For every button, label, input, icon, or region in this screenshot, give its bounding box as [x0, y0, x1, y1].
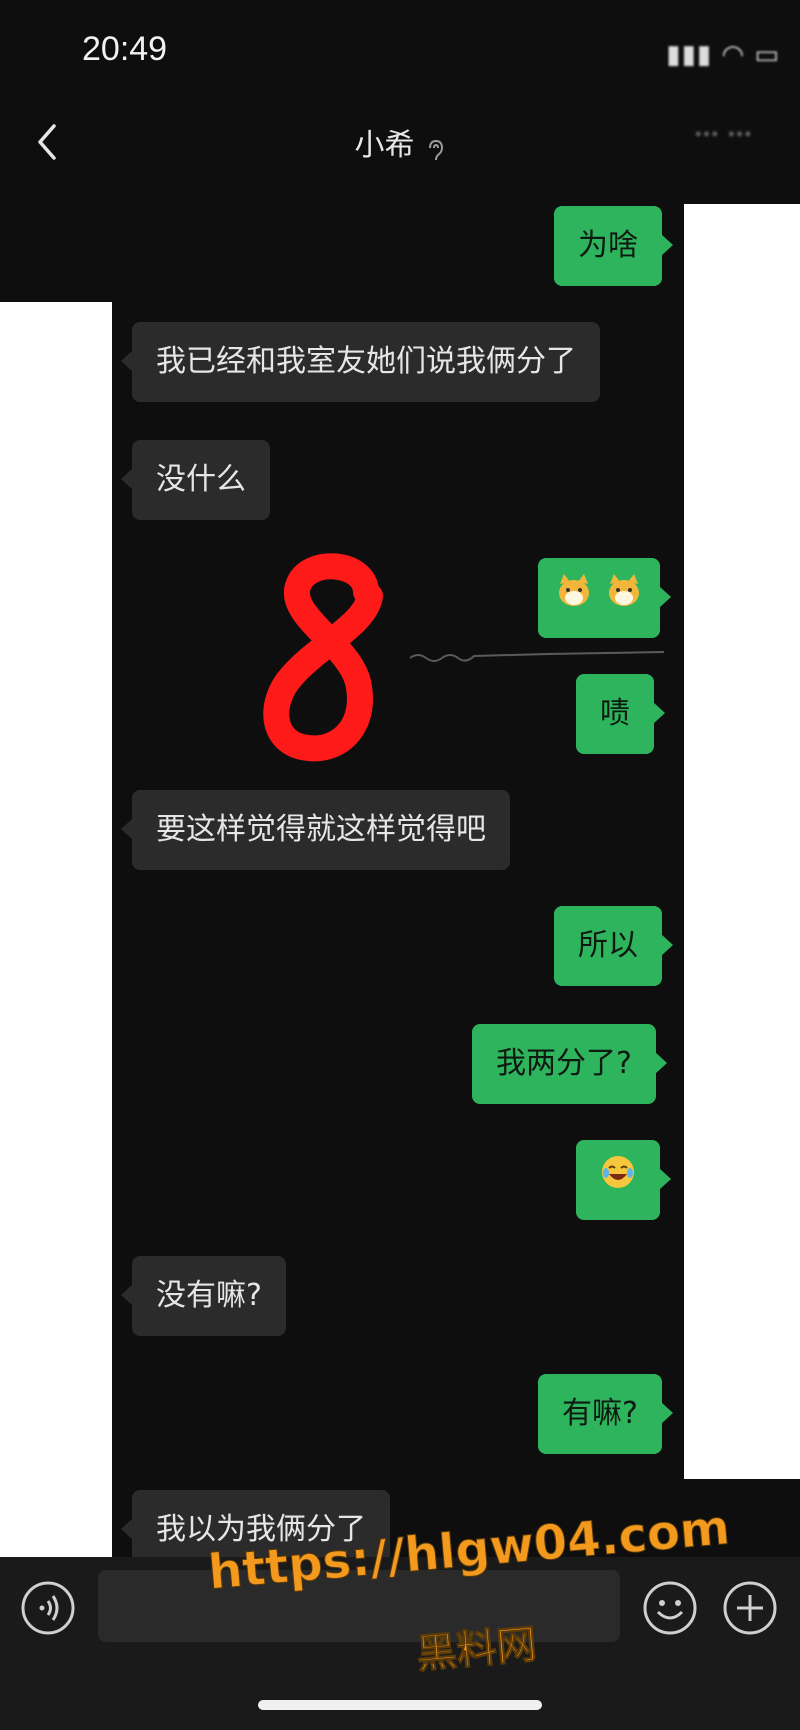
more-text: ··· ··· [694, 120, 752, 150]
white-redaction-right [684, 204, 800, 1479]
message-text: 啧 [600, 696, 630, 731]
status-time: 20:49 [82, 30, 168, 68]
chat-title-wrap: 小希 [0, 120, 800, 164]
emoji-button[interactable] [642, 1580, 698, 1636]
status-icons: ▮▮▮ ◠ ▭ [666, 40, 780, 70]
message-bubble-in[interactable]: 我已经和我室友她们说我俩分了 [121, 322, 600, 402]
message-text: 没有嘛? [156, 1278, 262, 1313]
status-bar: 20:49 ▮▮▮ ◠ ▭ [0, 0, 800, 100]
voice-button[interactable] [20, 1580, 76, 1636]
chat-title: 小希 [354, 128, 415, 163]
laugh-cry-emoji [600, 1141, 636, 1221]
watermark-name: 黑料网 [414, 1621, 539, 1678]
message-bubble-in[interactable]: 没有嘛? [121, 1256, 286, 1336]
message-text: 所以 [578, 928, 638, 963]
signal-wifi-battery-icons: ▮▮▮ ◠ ▭ [666, 40, 780, 70]
voice-icon [21, 1581, 75, 1635]
message-bubble-in[interactable]: 要这样觉得就这样觉得吧 [121, 790, 510, 870]
message-text: 要这样觉得就这样觉得吧 [156, 812, 486, 847]
smile-icon [643, 1581, 697, 1635]
message-bubble-out[interactable]: 所以 [554, 906, 673, 986]
red-number-8-overlay [263, 553, 383, 762]
message-bubble-out[interactable] [538, 558, 671, 639]
plus-button[interactable] [722, 1580, 778, 1636]
message-bubble-out[interactable]: 为啥 [554, 206, 673, 286]
scribble-mark [409, 651, 665, 662]
white-redaction-left [0, 302, 112, 1557]
message-bubble-out[interactable]: 有嘛? [538, 1374, 673, 1454]
message-text: 没什么 [156, 462, 246, 497]
laughing-face-icon [602, 1155, 634, 1188]
message-text: 我已经和我室友她们说我俩分了 [156, 344, 576, 379]
ear-icon [428, 139, 443, 160]
message-bubble-out[interactable]: 啧 [576, 674, 665, 754]
message-bubble-out[interactable] [576, 1140, 671, 1221]
message-bubble-in[interactable]: 没什么 [121, 440, 270, 520]
plus-icon [723, 1581, 777, 1635]
cat-emoji-pair [556, 559, 642, 639]
cat-face-icon [608, 573, 639, 606]
message-text: 有嘛? [562, 1396, 638, 1431]
more-button[interactable]: ··· ··· [694, 120, 752, 150]
cat-face-icon [559, 573, 589, 606]
message-bubble-out[interactable]: 我两分了? [472, 1024, 667, 1104]
message-text: 我两分了? [496, 1046, 632, 1081]
message-text: 为啥 [578, 228, 638, 263]
home-indicator[interactable] [258, 1700, 542, 1710]
